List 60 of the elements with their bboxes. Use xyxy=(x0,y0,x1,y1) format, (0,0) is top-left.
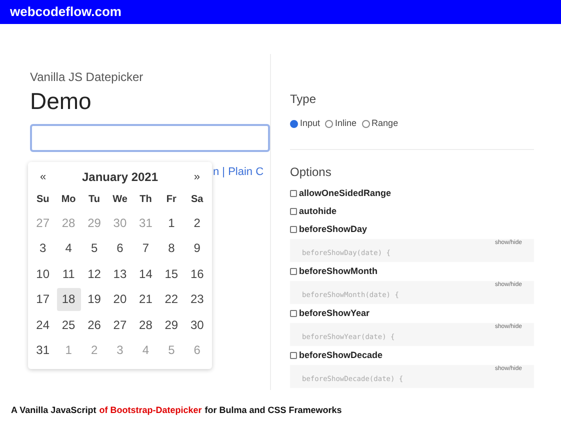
next-month-button[interactable]: » xyxy=(190,168,204,186)
demo-title: Demo xyxy=(30,87,92,116)
option-checkbox[interactable]: beforeShowDay xyxy=(290,220,534,238)
option-checkbox[interactable]: beforeShowMonth xyxy=(290,262,534,280)
option-checkbox[interactable]: autohide xyxy=(290,202,534,220)
options-heading: Options xyxy=(290,164,332,180)
type-radio[interactable]: Range xyxy=(362,117,398,130)
calendar-day[interactable]: 7 xyxy=(134,236,158,260)
calendar-day[interactable]: 24 xyxy=(30,313,55,336)
month-title[interactable]: January 2021 xyxy=(82,168,158,186)
calendar-day[interactable]: 14 xyxy=(134,262,158,286)
site-banner: webcodeflow.com xyxy=(0,0,561,24)
previous-month-button[interactable]: « xyxy=(36,168,50,186)
calendar-day[interactable]: 23 xyxy=(185,288,210,311)
weekday-label: We xyxy=(112,192,128,206)
weekday-label: Tu xyxy=(88,192,102,206)
calendar-day[interactable]: 25 xyxy=(56,313,81,336)
calendar-day[interactable]: 17 xyxy=(30,288,55,311)
calendar-day[interactable]: 4 xyxy=(56,236,81,260)
weekday-label: Su xyxy=(35,192,50,206)
calendar-day[interactable]: 8 xyxy=(159,236,184,260)
date-input-field[interactable] xyxy=(30,124,270,152)
calendar-day[interactable]: 11 xyxy=(56,262,81,286)
calendar-day[interactable]: 6 xyxy=(108,236,132,260)
weekday-label: Fr xyxy=(165,192,178,206)
calendar-day[interactable]: 12 xyxy=(82,262,106,286)
calendar-day[interactable]: 20 xyxy=(108,288,132,311)
calendar-day[interactable]: 27 xyxy=(108,313,132,336)
weekday-label: Th xyxy=(138,192,153,206)
demo-links[interactable]: n | Plain C xyxy=(213,164,264,180)
weekday-label: Mo xyxy=(60,192,77,206)
demo-subtitle: Vanilla JS Datepicker xyxy=(30,70,144,84)
calendar-day[interactable]: 3 xyxy=(30,236,55,260)
calendar-day[interactable]: 22 xyxy=(159,288,184,311)
calendar-day[interactable]: 5 xyxy=(82,236,106,260)
calendar-day[interactable]: 10 xyxy=(30,262,55,286)
calendar-day[interactable]: 29 xyxy=(159,313,184,336)
option-checkbox[interactable]: allowOneSidedRange xyxy=(290,184,534,202)
calendar-day[interactable]: 9 xyxy=(185,236,210,260)
calendar-day[interactable]: 28 xyxy=(134,313,158,336)
option-checkbox[interactable]: beforeShowYear xyxy=(290,304,534,322)
calendar-day[interactable]: 1 xyxy=(159,211,184,234)
type-radio[interactable]: Inline xyxy=(325,117,357,130)
option-checkbox[interactable]: beforeShowDecade xyxy=(290,346,534,364)
caption-text: of Bootstrap-Datepicker xyxy=(99,404,202,417)
type-radio[interactable]: Input xyxy=(290,117,320,130)
calendar-day[interactable]: 16 xyxy=(185,262,210,286)
weekday-label: Sa xyxy=(190,192,204,206)
calendar-day[interactable]: 31 xyxy=(30,338,55,362)
calendar-day[interactable]: 15 xyxy=(159,262,184,286)
calendar-day[interactable]: 21 xyxy=(134,288,158,311)
calendar-day[interactable]: 2 xyxy=(185,211,210,234)
caption-text: A Vanilla JavaScript xyxy=(11,404,96,417)
calendar-day[interactable]: 30 xyxy=(185,313,210,336)
calendar-day[interactable]: 13 xyxy=(108,262,132,286)
calendar-day[interactable]: 18 xyxy=(56,288,81,311)
calendar-day[interactable]: 19 xyxy=(82,288,106,311)
type-heading: Type xyxy=(290,91,318,107)
calendar-day[interactable]: 26 xyxy=(82,313,106,336)
caption-text: for Bulma and CSS Frameworks xyxy=(204,404,342,417)
